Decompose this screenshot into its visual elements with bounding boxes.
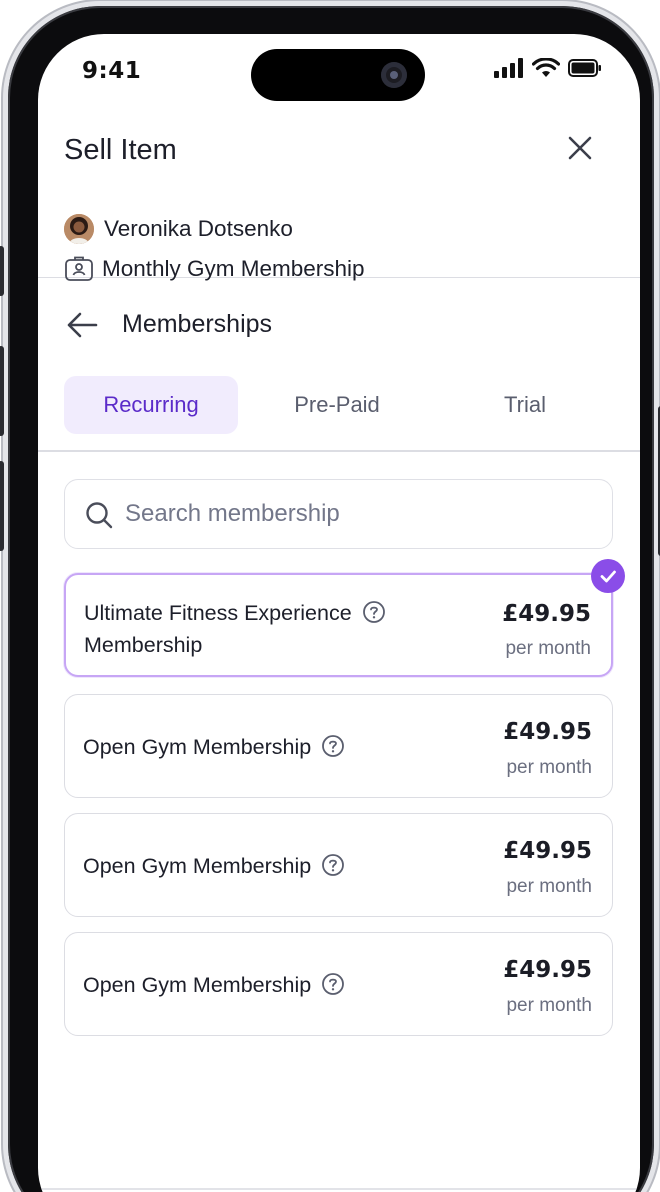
membership-tabs: Recurring Pre-Paid Trial [64, 376, 614, 434]
sell-item-header: Sell Item Veronika Dotsenko Monthly Gym … [38, 122, 640, 281]
help-circle-icon[interactable] [321, 972, 345, 996]
phone-side-button [0, 461, 4, 551]
tab-trial[interactable]: Trial [444, 376, 606, 434]
search-input[interactable] [125, 480, 595, 547]
membership-period: per month [505, 638, 591, 659]
customer-row: Veronika Dotsenko [64, 214, 293, 244]
phone-side-button [0, 246, 4, 296]
back-button[interactable] [64, 310, 100, 340]
dynamic-island [251, 49, 425, 101]
help-circle-icon[interactable] [362, 600, 386, 624]
membership-name: Ultimate Fitness Experience Membership [84, 597, 386, 661]
help-circle-icon[interactable] [321, 734, 345, 758]
battery-icon [568, 59, 601, 77]
item-name: Monthly Gym Membership [102, 256, 365, 281]
membership-period: per month [506, 995, 592, 1016]
page-title: Sell Item [64, 134, 177, 166]
membership-price: £49.95 [503, 838, 592, 864]
phone-side-button [0, 346, 4, 436]
membership-price: £49.95 [503, 957, 592, 983]
membership-card[interactable]: Open Gym Membership £49.95 per month [64, 932, 613, 1036]
back-arrow-icon [67, 312, 98, 338]
membership-name-line1: Open Gym Membership [83, 735, 312, 759]
phone-frame: 9:41 Sell Item Veronika Dotsenko Monthly… [0, 6, 660, 1192]
membership-card[interactable]: Ultimate Fitness Experience Membership £… [64, 559, 625, 677]
divider [38, 1188, 640, 1190]
membership-card[interactable]: Open Gym Membership £49.95 per month [64, 813, 613, 917]
close-icon [568, 136, 592, 160]
selected-check-badge [591, 559, 625, 593]
status-time: 9:41 [82, 58, 142, 84]
app-screen: 9:41 Sell Item Veronika Dotsenko Monthly… [38, 34, 640, 1192]
avatar [64, 214, 94, 244]
membership-name-line1: Open Gym Membership [83, 854, 312, 878]
wifi-icon [532, 58, 560, 77]
membership-name-line2: Membership [84, 633, 203, 657]
search-box[interactable] [64, 479, 613, 549]
help-circle-icon[interactable] [321, 853, 345, 877]
divider [38, 450, 640, 452]
search-icon [86, 502, 113, 529]
id-card-icon [65, 256, 93, 281]
membership-period: per month [506, 876, 592, 897]
membership-name: Open Gym Membership [83, 969, 345, 1001]
membership-price: £49.95 [502, 601, 591, 627]
membership-name: Open Gym Membership [83, 731, 345, 763]
membership-period: per month [506, 757, 592, 778]
membership-price: £49.95 [503, 719, 592, 745]
item-row: Monthly Gym Membership [64, 256, 365, 282]
membership-name-line1: Ultimate Fitness Experience [84, 601, 352, 625]
status-icons [494, 58, 602, 78]
tab-recurring[interactable]: Recurring [64, 376, 238, 434]
camera-icon [381, 62, 407, 88]
membership-card[interactable]: Open Gym Membership £49.95 per month [64, 694, 613, 798]
section-title: Memberships [122, 310, 273, 338]
tab-pre-paid[interactable]: Pre-Paid [252, 376, 422, 434]
membership-name: Open Gym Membership [83, 850, 345, 882]
check-icon [600, 570, 616, 583]
customer-name: Veronika Dotsenko [104, 216, 293, 241]
membership-name-line1: Open Gym Membership [83, 973, 312, 997]
signal-icon [494, 58, 523, 78]
close-button[interactable] [564, 132, 596, 164]
